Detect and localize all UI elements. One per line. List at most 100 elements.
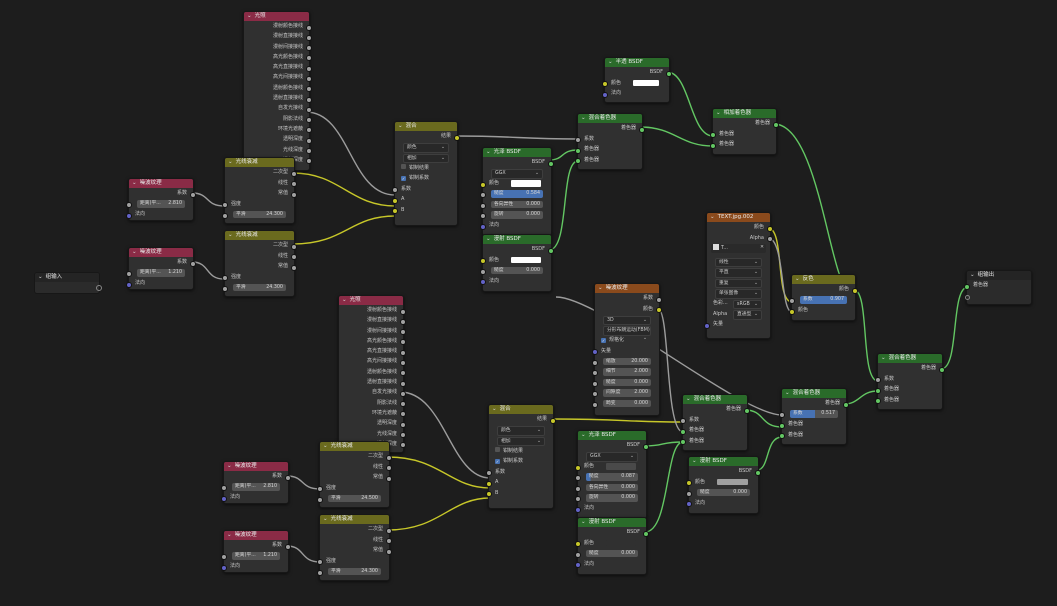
node-header[interactable]: ⌄ 反色	[792, 275, 855, 284]
node-header[interactable]: ⌄ 组输出	[967, 271, 1031, 280]
distance-row[interactable]: 距离(平... 1.210	[221, 551, 288, 562]
light-falloff-node-d[interactable]: ⌄ 光线衰减 二次型 线性 常值 强度 平滑 24.300	[317, 514, 392, 581]
collapse-chevron-icon[interactable]: ⌄	[598, 284, 603, 293]
distribution-row[interactable]: GGX ⌄	[483, 168, 551, 179]
scale-row[interactable]: 缩放 20.000	[592, 356, 659, 367]
node-header[interactable]: ⌄ 噪波纹理	[224, 531, 288, 540]
roughness-row[interactable]: 糙度 0.000	[592, 377, 659, 388]
distance-row[interactable]: 距离(平... 2.810	[221, 482, 288, 493]
input-socket[interactable]	[789, 308, 795, 315]
mix-shader-node-3[interactable]: ⌄ 混合着色器 着色器 系数 0.517 着色器 着色器	[779, 388, 849, 445]
collapse-chevron-icon[interactable]: ⌄	[710, 213, 715, 222]
output-socket[interactable]	[386, 527, 392, 534]
output-socket[interactable]	[643, 443, 649, 450]
color-swatch[interactable]	[717, 478, 748, 485]
collapse-chevron-icon[interactable]: ⌄	[228, 158, 233, 167]
detail-row[interactable]: 细节 2.000	[592, 367, 659, 378]
input-socket[interactable]	[686, 480, 692, 486]
input-socket[interactable]	[779, 422, 785, 429]
input-socket[interactable]	[392, 197, 398, 204]
input-socket[interactable]	[480, 258, 486, 264]
factor-field[interactable]: 系数 0.517	[790, 410, 838, 418]
smooth-field[interactable]: 平滑 24.500	[328, 494, 381, 502]
invert-node[interactable]: ⌄ 反色 颜色 系数 0.907 颜色	[789, 274, 858, 321]
mix-shader-node-1[interactable]: ⌄ 混合着色器 着色器 系数 着色器 着色器	[575, 113, 645, 170]
smooth-field[interactable]: 平滑 24.300	[233, 210, 286, 218]
noise-node-b[interactable]: ⌄ 噪波纹理 系数 距离(平... 1.210 法向	[126, 247, 196, 290]
color-row[interactable]: 颜色	[575, 538, 646, 549]
light-path-node-bottom[interactable]: ⌄ 光照 漫射颜色接线 漫射直接接线 漫射间接接线 高光颜色接线 高光直接接线 高光间接接线…	[338, 295, 406, 453]
input-socket[interactable]	[480, 202, 486, 209]
output-socket[interactable]	[400, 359, 406, 366]
distortion-field[interactable]: 畸变 0.000	[603, 399, 651, 407]
input-socket[interactable]	[964, 283, 970, 290]
diffuse-bsdf-node-top[interactable]: ⌄ 漫射 BSDF BSDF 颜色 糙度 0.000 法向	[480, 234, 554, 292]
output-socket[interactable]	[291, 170, 297, 177]
input-socket[interactable]	[575, 475, 581, 481]
node-header[interactable]: ⌄ 漫射 BSDF	[689, 457, 758, 466]
input-socket[interactable]	[710, 142, 716, 149]
add-shader-node[interactable]: ⌄ 相加着色器 着色器 着色器 着色器	[710, 108, 779, 155]
output-socket[interactable]	[190, 191, 196, 198]
color-row[interactable]: 颜色	[575, 461, 646, 472]
anisotropy-field[interactable]: 各向异性 0.000	[491, 200, 543, 208]
output-socket[interactable]	[386, 465, 392, 471]
roughness-field[interactable]: 糙度 0.000	[586, 549, 638, 557]
color-row[interactable]: 颜色	[480, 255, 551, 266]
collapse-chevron-icon[interactable]: ⌄	[492, 405, 497, 414]
empty-socket[interactable]	[965, 295, 970, 300]
noise-node-c[interactable]: ⌄ 噪波纹理 系数 距离(平... 2.810 法向	[221, 461, 291, 504]
input-socket[interactable]	[392, 187, 398, 193]
input-socket[interactable]	[592, 380, 598, 387]
smooth-row[interactable]: 平滑 24.300	[317, 566, 389, 577]
output-socket[interactable]	[306, 65, 312, 72]
node-header[interactable]: ⌄ 混合	[489, 405, 553, 414]
distance-field[interactable]: 距离(平... 1.210	[232, 552, 280, 560]
rotation-field[interactable]: 旋转 0.000	[586, 494, 638, 502]
input-socket[interactable]	[779, 433, 785, 439]
collapse-chevron-icon[interactable]: ⌄	[486, 235, 491, 244]
node-header[interactable]: ⌄ 光照	[339, 296, 403, 305]
output-socket[interactable]	[939, 366, 945, 373]
color-row[interactable]: 颜色	[602, 78, 669, 89]
data-type-dropdown-row[interactable]: 颜色 ⌄	[395, 142, 457, 153]
input-socket[interactable]	[317, 569, 323, 576]
collapse-chevron-icon[interactable]: ⌄	[227, 531, 232, 540]
output-socket[interactable]	[767, 225, 773, 232]
input-socket[interactable]	[592, 401, 598, 408]
collapse-chevron-icon[interactable]: ⌄	[323, 515, 328, 524]
input-socket[interactable]	[575, 147, 581, 154]
input-socket[interactable]	[680, 439, 686, 445]
input-socket[interactable]	[575, 551, 581, 558]
image-selector[interactable]: T... ✕	[711, 244, 766, 253]
input-socket[interactable]	[575, 562, 581, 568]
anisotropy-row[interactable]: 各向异性 0.000	[575, 482, 646, 493]
collapse-chevron-icon[interactable]: ⌄	[398, 122, 403, 131]
blend-mode-dropdown-row[interactable]: 相加 ⌄	[489, 435, 553, 446]
node-header[interactable]: ⌄ 漫射 BSDF	[578, 518, 646, 527]
node-header[interactable]: ⌄ 光泽 BSDF	[483, 148, 551, 157]
glossy-bsdf-node-top[interactable]: ⌄ 光泽 BSDF BSDF GGX ⌄ 颜色 糙度 0.584 各向异性 0.000 …	[480, 147, 554, 236]
input-socket[interactable]	[592, 349, 598, 355]
input-socket[interactable]	[222, 202, 228, 208]
input-socket[interactable]	[486, 470, 492, 476]
data-type-dropdown-row[interactable]: 颜色 ⌄	[489, 425, 553, 436]
color-swatch[interactable]	[511, 180, 541, 187]
distance-row[interactable]: 距离(平... 1.210	[126, 268, 193, 279]
light-falloff-node-b[interactable]: ⌄ 光线衰减 二次型 线性 常值 强度 平滑 24.300	[222, 230, 297, 297]
type-row[interactable]: 分形布朗运动(FBM) ⌄	[595, 325, 659, 341]
collapse-chevron-icon[interactable]: ⌄	[692, 457, 697, 466]
collapse-chevron-icon[interactable]: ⌄	[581, 518, 586, 527]
input-socket[interactable]	[779, 412, 785, 418]
image-icon[interactable]	[713, 244, 719, 250]
output-socket[interactable]	[773, 121, 779, 128]
output-socket[interactable]	[755, 469, 761, 476]
node-header[interactable]: ⌄ 噪波纹理	[129, 248, 193, 257]
smooth-field[interactable]: 平滑 24.300	[233, 283, 286, 291]
node-header[interactable]: ⌄ 光线衰减	[320, 515, 389, 524]
input-socket[interactable]	[680, 418, 686, 424]
detail-field[interactable]: 细节 2.000	[603, 368, 651, 376]
output-socket[interactable]	[306, 106, 312, 113]
input-socket[interactable]	[317, 559, 323, 565]
node-header[interactable]: ⌄ 混合着色器	[782, 389, 846, 398]
